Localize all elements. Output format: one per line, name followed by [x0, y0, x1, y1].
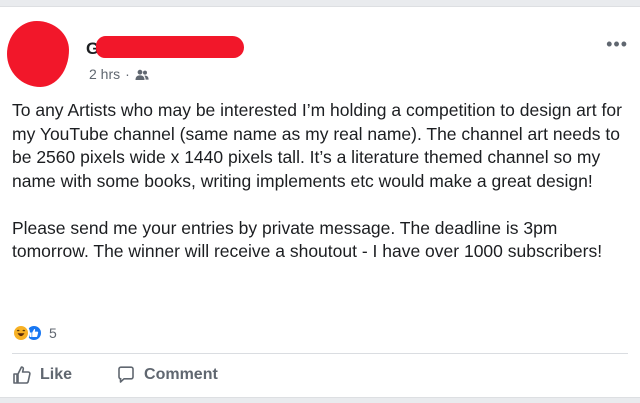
haha-reaction-icon [12, 324, 30, 342]
post-meta: 2 hrs · [89, 66, 149, 82]
like-label: Like [40, 366, 73, 383]
post-actions: Like Comment [12, 365, 262, 385]
comment-label: Comment [144, 366, 218, 383]
comment-icon [118, 366, 134, 383]
post-paragraph-2: Please send me your entries by private m… [12, 217, 603, 262]
reaction-count[interactable]: 5 [49, 325, 57, 341]
name-redaction [96, 36, 244, 58]
more-options-icon[interactable]: ••• [606, 35, 628, 53]
reactions-summary[interactable]: 5 [12, 324, 57, 342]
post-body: To any Artists who may be interested I’m… [12, 99, 632, 264]
meta-separator: · [125, 66, 130, 82]
timestamp[interactable]: 2 hrs [89, 66, 120, 82]
actions-divider [12, 353, 628, 354]
thumbs-up-icon [13, 366, 31, 384]
friends-icon[interactable] [135, 68, 149, 80]
post-card: G 2 hrs · ••• To any Artists who may be … [0, 6, 640, 398]
like-button[interactable]: Like [12, 365, 72, 385]
post-paragraph-1: To any Artists who may be interested I’m… [12, 100, 622, 191]
avatar-redacted[interactable] [7, 21, 69, 87]
comment-button[interactable]: Comment [116, 365, 218, 385]
